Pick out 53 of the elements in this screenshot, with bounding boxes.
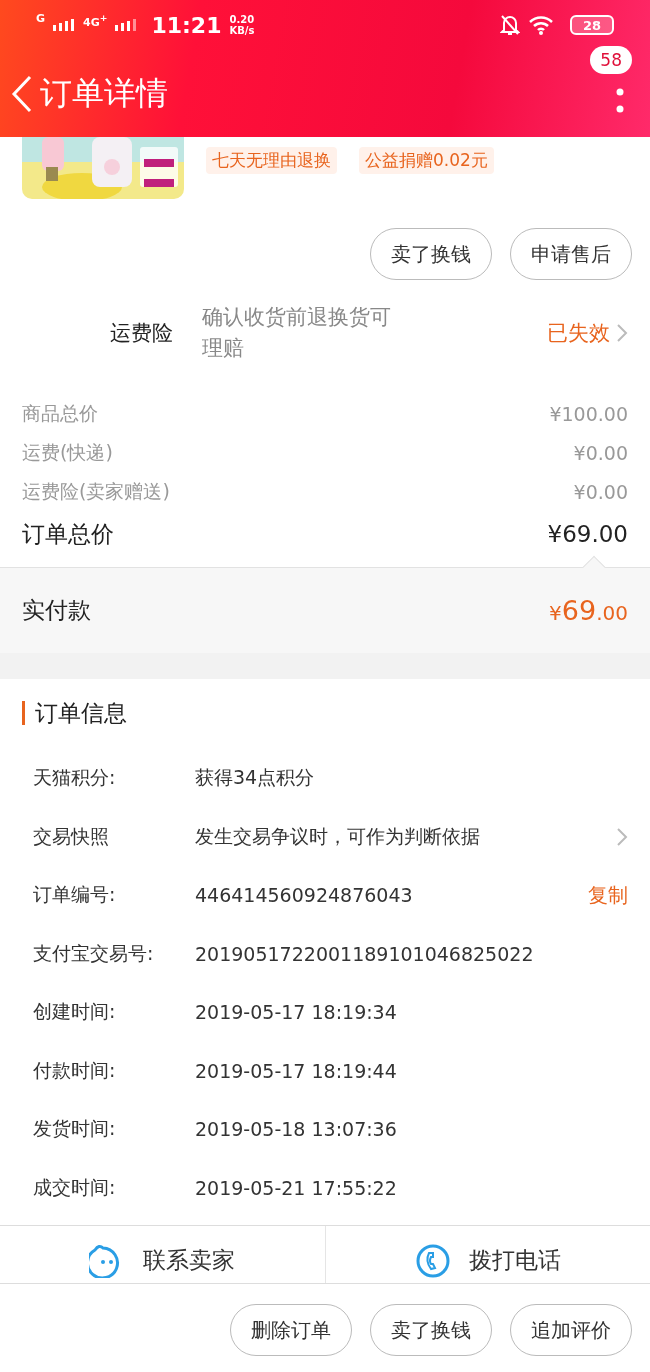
info-label: 交易快照 <box>33 823 110 849</box>
info-label: 付款时间: <box>33 1057 117 1083</box>
insurance-description: 确认收货前退换货可理赔 <box>202 304 392 362</box>
info-value: 2019-05-21 17:55:22 <box>195 1176 397 1199</box>
network-speed: 0.20 <box>229 14 255 25</box>
section-title: 订单信息 <box>22 701 628 725</box>
insurance-label: 运费险 <box>110 320 174 347</box>
price-label: 运费险(卖家赠送) <box>22 478 170 504</box>
action-button[interactable]: 卖了换钱 <box>370 1304 492 1356</box>
price-label: 运费(快递) <box>22 439 113 465</box>
battery-icon: 28 <box>570 15 614 35</box>
service-tag: 公益捐赠0.02元 <box>359 147 494 174</box>
back-icon[interactable] <box>10 73 34 114</box>
info-value: 获得34点积分 <box>195 765 315 791</box>
action-button[interactable]: 卖了换钱 <box>370 228 492 280</box>
price-value: ¥69.00 <box>547 521 628 547</box>
price-value: ¥0.00 <box>573 441 628 464</box>
price-label: 商品总价 <box>22 400 98 426</box>
action-button[interactable]: 追加评价 <box>510 1304 632 1356</box>
message-count-badge: 58 <box>590 45 632 74</box>
paid-amount: ¥69.00 <box>549 595 628 626</box>
info-label: 创建时间: <box>33 999 117 1025</box>
info-value: 发生交易争议时，可作为判断依据 <box>195 823 480 849</box>
paid-label: 实付款 <box>22 596 91 625</box>
price-label: 订单总价 <box>22 519 114 549</box>
info-label: 天猫积分: <box>33 765 117 791</box>
price-value: ¥100.00 <box>549 402 628 425</box>
network-label: 4G$^{+}$ <box>83 12 108 29</box>
speed-unit: KB/s <box>229 25 255 36</box>
info-label: 支付宝交易号: <box>33 940 155 966</box>
info-label: 发货时间: <box>33 1116 117 1142</box>
signal-icon <box>115 19 138 31</box>
info-value: 2019-05-17 18:19:34 <box>195 1001 397 1024</box>
page-title: 订单详情 <box>40 72 168 114</box>
service-tag: 七天无理由退换 <box>206 147 337 174</box>
info-value: 2019-05-17 18:19:44 <box>195 1059 397 1082</box>
action-button[interactable]: 申请售后 <box>510 228 632 280</box>
info-label: 成交时间: <box>33 1174 117 1200</box>
chevron-right-icon[interactable] <box>616 826 628 847</box>
phone-icon <box>414 1243 451 1278</box>
more-icon[interactable] <box>616 87 624 114</box>
info-value: 2019051722001189101046825022 <box>195 942 534 965</box>
info-value: 2019-05-18 13:07:36 <box>195 1118 397 1141</box>
chevron-right-icon[interactable] <box>616 323 628 343</box>
clock-time: 11:21 <box>151 12 222 38</box>
wifi-icon <box>528 15 554 35</box>
muted-bell-icon <box>500 14 520 36</box>
network-label: G <box>36 12 46 25</box>
price-value: ¥0.00 <box>573 480 628 503</box>
info-value: 446414560924876043 <box>195 884 413 907</box>
signal-icon <box>53 19 76 31</box>
info-label: 订单编号: <box>33 882 117 908</box>
action-button[interactable]: 删除订单 <box>230 1304 352 1356</box>
